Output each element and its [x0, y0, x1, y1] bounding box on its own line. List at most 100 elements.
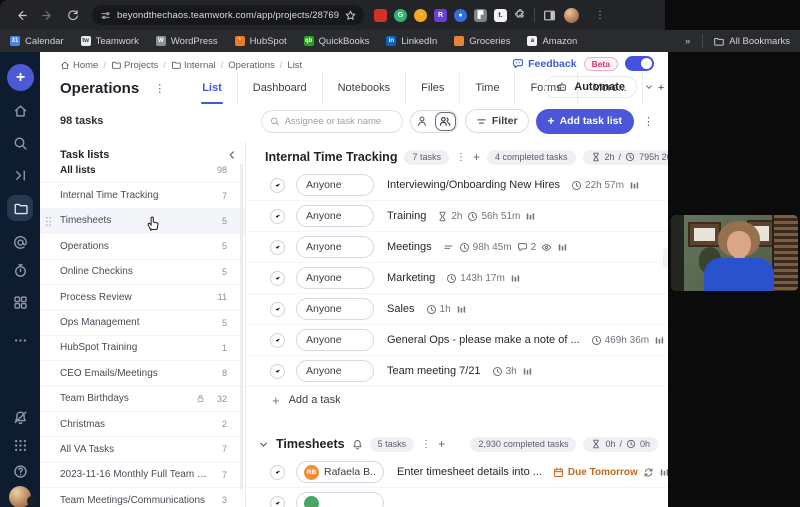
- bell-icon[interactable]: [352, 439, 363, 450]
- bookmark-quickbooks[interactable]: qb QuickBooks: [303, 36, 369, 47]
- search-icon[interactable]: [8, 131, 32, 155]
- bookmark-linkedin[interactable]: in LinkedIn: [386, 36, 437, 47]
- task-title[interactable]: Sales: [387, 303, 415, 315]
- complete-checkbox[interactable]: [270, 363, 285, 379]
- task-row[interactable]: Anyone Meetings 98h 45m 2: [246, 232, 668, 263]
- assignee-pill[interactable]: Anyone: [296, 236, 374, 258]
- task-title[interactable]: Interviewing/Onboarding New Hires: [387, 179, 560, 191]
- tab-files[interactable]: Files: [405, 72, 459, 104]
- site-settings-icon[interactable]: [100, 10, 111, 21]
- blue-extension-icon[interactable]: ●: [454, 8, 467, 22]
- complete-checkbox[interactable]: [270, 208, 285, 224]
- toolbar-kebab-menu[interactable]: ⋮: [643, 115, 654, 128]
- assignee-pill[interactable]: Anyone: [296, 174, 374, 196]
- home-icon[interactable]: [8, 98, 32, 122]
- section-add-icon[interactable]: +: [473, 150, 480, 164]
- section-name[interactable]: Internal Time Tracking: [265, 150, 397, 164]
- assignee-pill[interactable]: RB Rafaela B...: [296, 461, 384, 483]
- task-list-item[interactable]: Online Checkins 5: [40, 260, 245, 285]
- task-list-item[interactable]: HubSpot Training 1: [40, 336, 245, 362]
- bookmark-teamwork[interactable]: tw Teamwork: [80, 36, 139, 47]
- task-title[interactable]: Enter timesheet details into ...: [397, 466, 542, 478]
- assignee-pill[interactable]: Anyone: [296, 205, 374, 227]
- task-row[interactable]: Anyone Sales 1h: [246, 294, 668, 325]
- filter-button[interactable]: Filter: [464, 109, 529, 133]
- task-row[interactable]: RB Rafaela B... Enter timesheet details in…: [246, 457, 668, 488]
- tab-dashboard[interactable]: Dashboard: [236, 72, 322, 104]
- task-list-item[interactable]: Internal Time Tracking 7: [40, 183, 245, 209]
- bookmark-hubspot[interactable]: * HubSpot: [234, 36, 287, 47]
- add-a-task-button[interactable]: + Add a task: [246, 387, 668, 413]
- chevron-down-icon[interactable]: [258, 439, 269, 450]
- reload-icon[interactable]: [63, 5, 83, 25]
- feed-extension-icon[interactable]: ◔: [414, 8, 427, 22]
- assignee-pill[interactable]: Anyone: [296, 329, 374, 351]
- task-list-item[interactable]: Team Birthdays 32: [40, 387, 245, 412]
- feedback-button[interactable]: Feedback: [512, 58, 577, 70]
- all-bookmarks-button[interactable]: All Bookmarks: [713, 36, 790, 47]
- assignee-view-toggle[interactable]: [409, 109, 458, 133]
- task-list-item[interactable]: CEO Emails/Meetings 8: [40, 361, 245, 387]
- panel-scrollbar[interactable]: [240, 160, 243, 490]
- task-row[interactable]: [246, 488, 668, 507]
- task-row[interactable]: Anyone Team meeting 7/21 3h: [246, 356, 668, 387]
- task-title[interactable]: Team meeting 7/21: [387, 365, 481, 377]
- jump-to-icon[interactable]: [8, 163, 32, 187]
- gray-extension-icon[interactable]: ▛: [474, 8, 487, 22]
- completed-tasks-badge[interactable]: 4 completed tasks: [486, 149, 576, 165]
- red-extension-icon[interactable]: [374, 8, 387, 22]
- complete-checkbox[interactable]: [270, 332, 285, 348]
- extensions-puzzle-icon[interactable]: [514, 9, 526, 21]
- task-title[interactable]: Meetings: [387, 241, 432, 253]
- complete-checkbox[interactable]: [270, 239, 285, 255]
- bookmark-wordpress[interactable]: W WordPress: [155, 36, 218, 47]
- address-bar[interactable]: beyondthechaos.teamwork.com/app/projects…: [92, 5, 364, 25]
- beta-toggle[interactable]: [625, 56, 654, 71]
- breadcrumb-list[interactable]: List: [287, 60, 302, 71]
- tab-list[interactable]: List: [187, 72, 237, 104]
- chevron-down-icon[interactable]: [644, 82, 654, 92]
- assignee-pill[interactable]: Anyone: [296, 360, 374, 382]
- task-row[interactable]: Anyone Training 2h 56h 51m: [246, 201, 668, 232]
- bookmark-groceries[interactable]: Groceries: [454, 36, 510, 47]
- drag-handle-icon[interactable]: [45, 216, 52, 227]
- complete-checkbox[interactable]: [270, 495, 285, 507]
- task-list-item[interactable]: Operations 5: [40, 234, 245, 260]
- completed-tasks-badge[interactable]: 2,930 completed tasks: [470, 436, 577, 452]
- section-kebab-menu[interactable]: ⋮: [456, 152, 466, 163]
- more-ellipsis-icon[interactable]: [8, 328, 32, 352]
- assignee-pill[interactable]: Anyone: [296, 267, 374, 289]
- automate-button[interactable]: Automate: [544, 76, 637, 98]
- assignee-pill[interactable]: [296, 492, 384, 507]
- task-list-item[interactable]: 2023-11-16 Monthly Full Team Me... 7: [40, 463, 245, 489]
- grammarly-icon[interactable]: G: [394, 8, 407, 22]
- chevron-left-icon[interactable]: [226, 149, 238, 161]
- task-title[interactable]: General Ops - please make a note of ...: [387, 334, 580, 346]
- task-list-item[interactable]: Timesheets 5: [40, 208, 245, 235]
- complete-checkbox[interactable]: [270, 177, 285, 193]
- breadcrumb-projects[interactable]: Projects: [111, 60, 158, 71]
- forward-icon[interactable]: [37, 5, 57, 25]
- breadcrumb-internal[interactable]: Internal: [171, 60, 216, 71]
- search-input[interactable]: [260, 109, 403, 133]
- breadcrumb-home[interactable]: Home: [60, 60, 98, 71]
- task-title[interactable]: Training: [387, 210, 426, 222]
- bookmark-calendar[interactable]: 31 Calendar: [10, 36, 64, 47]
- people-icon[interactable]: [434, 111, 456, 131]
- task-list-item[interactable]: Ops Management 5: [40, 310, 245, 336]
- bookmarks-overflow-chevron[interactable]: »: [685, 36, 690, 47]
- mentions-icon[interactable]: [8, 230, 32, 254]
- task-row[interactable]: Anyone General Ops - please make a note o…: [246, 325, 668, 356]
- task-list-item[interactable]: Christmas 2: [40, 412, 245, 438]
- tab-notebooks[interactable]: Notebooks: [321, 72, 406, 104]
- task-row[interactable]: Anyone Interviewing/Onboarding New Hires 2…: [246, 170, 668, 201]
- assignee-pill[interactable]: Anyone: [296, 298, 374, 320]
- notifications-off-icon[interactable]: [8, 405, 32, 429]
- projects-folder-icon[interactable]: [7, 195, 33, 221]
- section-name[interactable]: Timesheets: [276, 437, 345, 451]
- launcher-grid-icon[interactable]: [8, 433, 32, 457]
- bookmark-amazon[interactable]: a Amazon: [527, 36, 577, 47]
- apps-grid-icon[interactable]: [8, 290, 32, 314]
- task-title[interactable]: Marketing: [387, 272, 435, 284]
- tab-time[interactable]: Time: [459, 72, 514, 104]
